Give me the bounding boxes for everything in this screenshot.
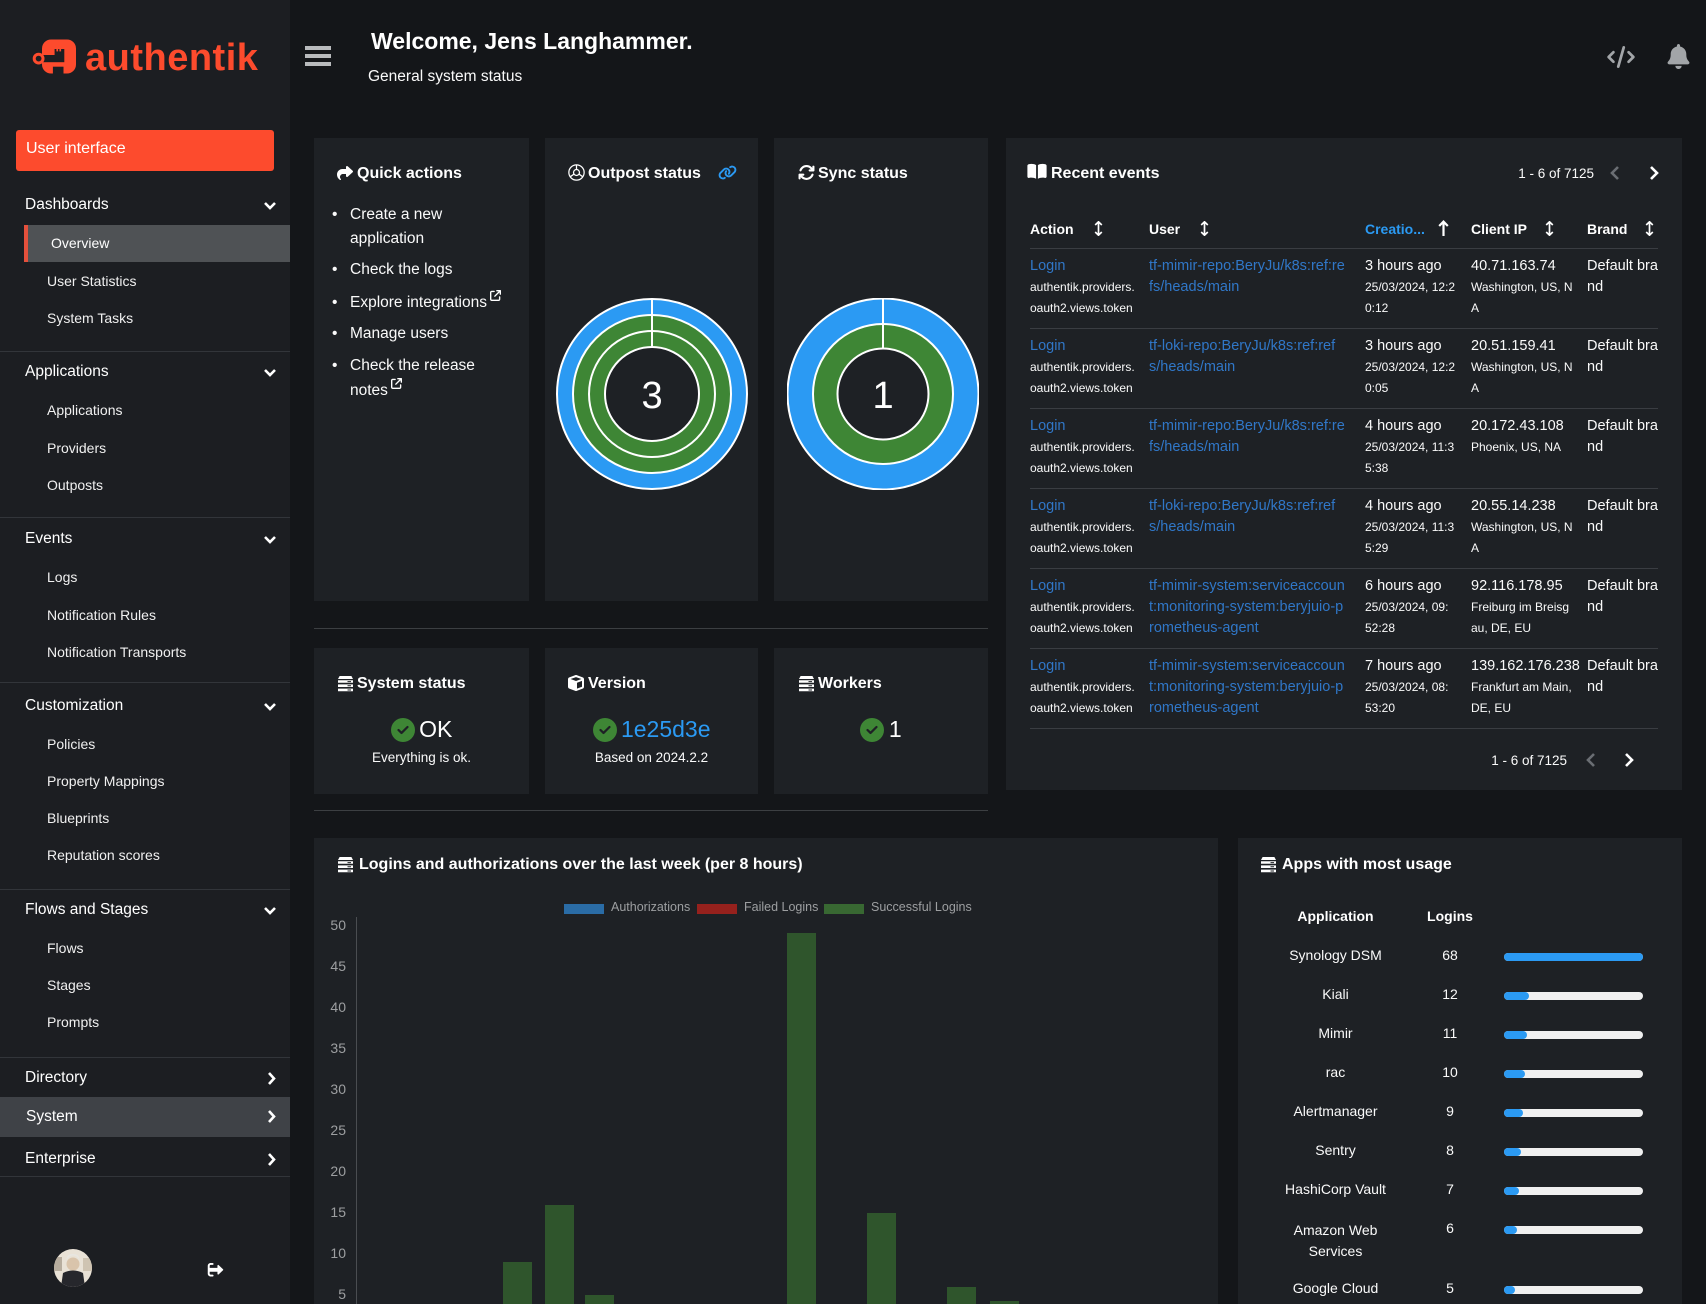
svg-text:3: 3	[641, 375, 662, 417]
svg-text:authentik: authentik	[85, 39, 259, 75]
svg-text:1: 1	[872, 375, 893, 417]
